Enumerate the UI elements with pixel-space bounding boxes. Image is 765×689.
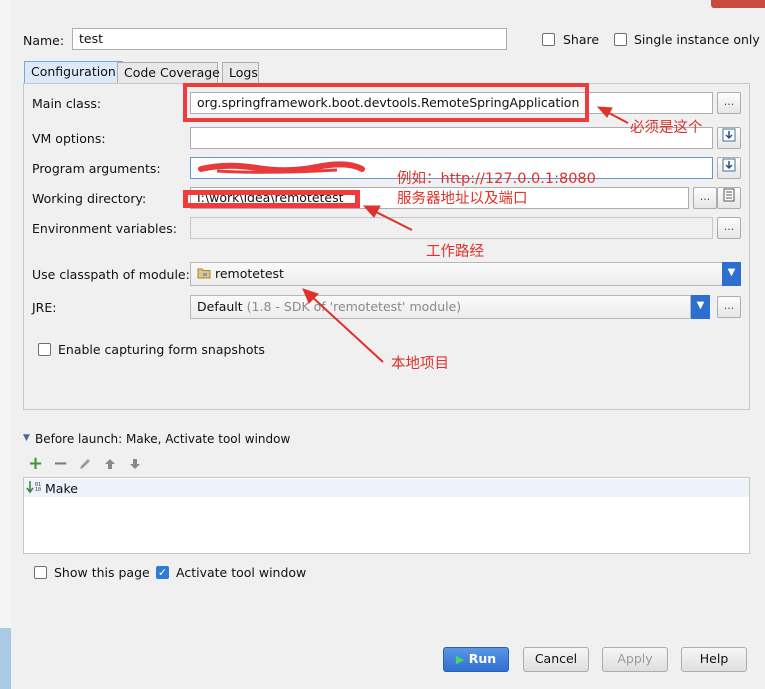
annotation-main-class: 必须是这个 — [630, 120, 703, 136]
annotation-args-example: 例如：http://127.0.0.1:8080 — [397, 171, 596, 187]
annotation-arrows — [302, 106, 629, 363]
annotation-local-project: 本地项目 — [391, 356, 449, 372]
annotation-working-directory: 工作路经 — [426, 244, 484, 260]
annotation-args-description: 服务器地址以及端口 — [397, 191, 528, 207]
